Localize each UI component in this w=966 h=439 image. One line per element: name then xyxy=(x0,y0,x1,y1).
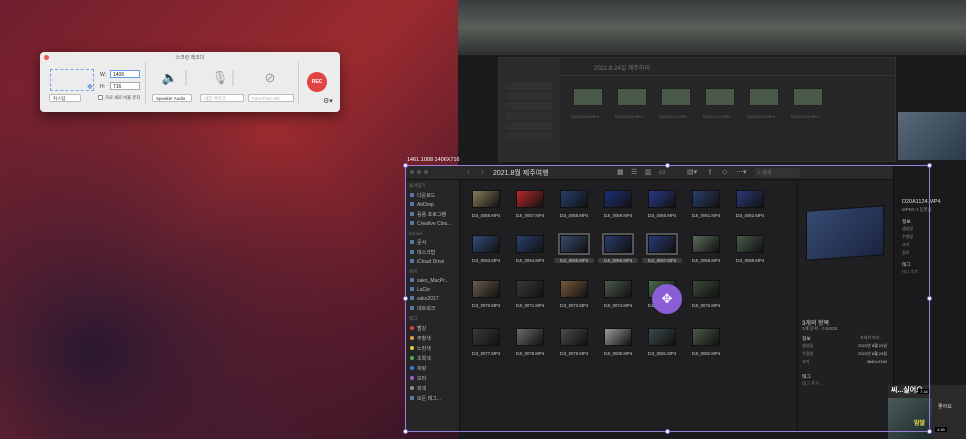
background-thumbnail xyxy=(661,88,691,106)
background-thumbnail xyxy=(573,88,603,106)
selection-dimensions: 1461.1008 1406X716 xyxy=(407,157,460,163)
width-label: W: xyxy=(100,72,107,78)
keep-ratio-checkbox[interactable] xyxy=(98,95,103,100)
background-thumbnail-label: D20A1123.MP4 xyxy=(791,114,819,119)
speaker-level-meter xyxy=(185,70,187,86)
background-thumbnail-label: D20A1122.MP4 xyxy=(747,114,775,119)
height-label: H: xyxy=(100,84,105,90)
background-thumbnail-label: D20A1106.MP4 xyxy=(571,114,599,119)
background-thumbnail xyxy=(617,88,647,106)
resize-handle[interactable] xyxy=(403,163,408,168)
background-thumbnail-label: D20A1112.MP4 xyxy=(659,114,687,119)
divider xyxy=(298,62,299,104)
gear-icon[interactable]: ⚙▾ xyxy=(323,97,333,105)
screen-recorder-panel: 스크린 레코더 ✥ W: 1406 H: 716 커스텀 가로 세로 비율 유지… xyxy=(40,52,340,112)
resize-handle[interactable] xyxy=(927,429,932,434)
resize-handle[interactable] xyxy=(927,163,932,168)
background-photo-right xyxy=(898,112,966,160)
background-thumbnail xyxy=(749,88,779,106)
camera-off-icon[interactable]: ⊘ xyxy=(260,70,280,86)
channel-label: 좋아요 xyxy=(938,404,952,410)
move-icon: ✥ xyxy=(87,84,93,91)
height-field[interactable]: 716 xyxy=(110,82,140,90)
video-duration: 4:45 xyxy=(935,427,947,432)
resize-handle[interactable] xyxy=(927,296,932,301)
background-thumbnail xyxy=(705,88,735,106)
speaker-dropdown[interactable]: Speaker Audio xyxy=(152,94,192,102)
move-selection-icon[interactable]: ✥ xyxy=(652,284,682,314)
record-button[interactable]: REC xyxy=(307,72,327,92)
background-thumbnail-label: D20A1109.MP4 xyxy=(615,114,643,119)
resize-handle[interactable] xyxy=(665,163,670,168)
background-thumbnail-label: D20A1117.MP4 xyxy=(703,114,731,119)
background-sidebar xyxy=(499,58,559,161)
background-finder-window: 2021.8.24일 제주하이 D20A1106.MP4 D20A1109.MP4… xyxy=(498,57,896,162)
panel-title: 스크린 레코더 xyxy=(175,55,205,61)
divider xyxy=(145,62,146,104)
resize-handle[interactable] xyxy=(403,429,408,434)
mic-muted-icon[interactable]: 🎙 xyxy=(210,70,230,86)
resize-handle[interactable] xyxy=(665,429,670,434)
speaker-icon[interactable]: 🔈 xyxy=(160,70,180,86)
width-field[interactable]: 1406 xyxy=(110,70,140,78)
keep-ratio-label: 가로 세로 비율 유지 xyxy=(105,95,141,100)
mic-level-meter xyxy=(232,70,234,86)
background-window-title: 2021.8.24일 제주하이 xyxy=(594,66,650,72)
preset-dropdown[interactable]: 커스텀 xyxy=(49,94,81,102)
camera-dropdown[interactable]: FaceTime HD xyxy=(248,94,294,102)
mic-dropdown[interactable]: 내장 마이크 xyxy=(200,94,244,102)
background-photo xyxy=(458,0,966,55)
resize-handle[interactable] xyxy=(403,296,408,301)
background-thumbnail xyxy=(793,88,823,106)
